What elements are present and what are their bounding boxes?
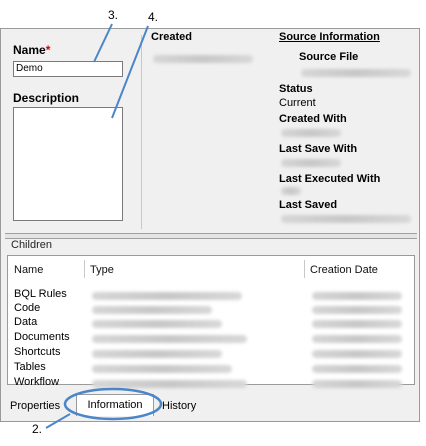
- callout-ellipse-information: [63, 387, 163, 421]
- callout-overlay: [45, 23, 163, 429]
- callout-line-2: [45, 413, 71, 429]
- callout-line-3: [93, 23, 113, 63]
- callout-line-4: [111, 25, 149, 119]
